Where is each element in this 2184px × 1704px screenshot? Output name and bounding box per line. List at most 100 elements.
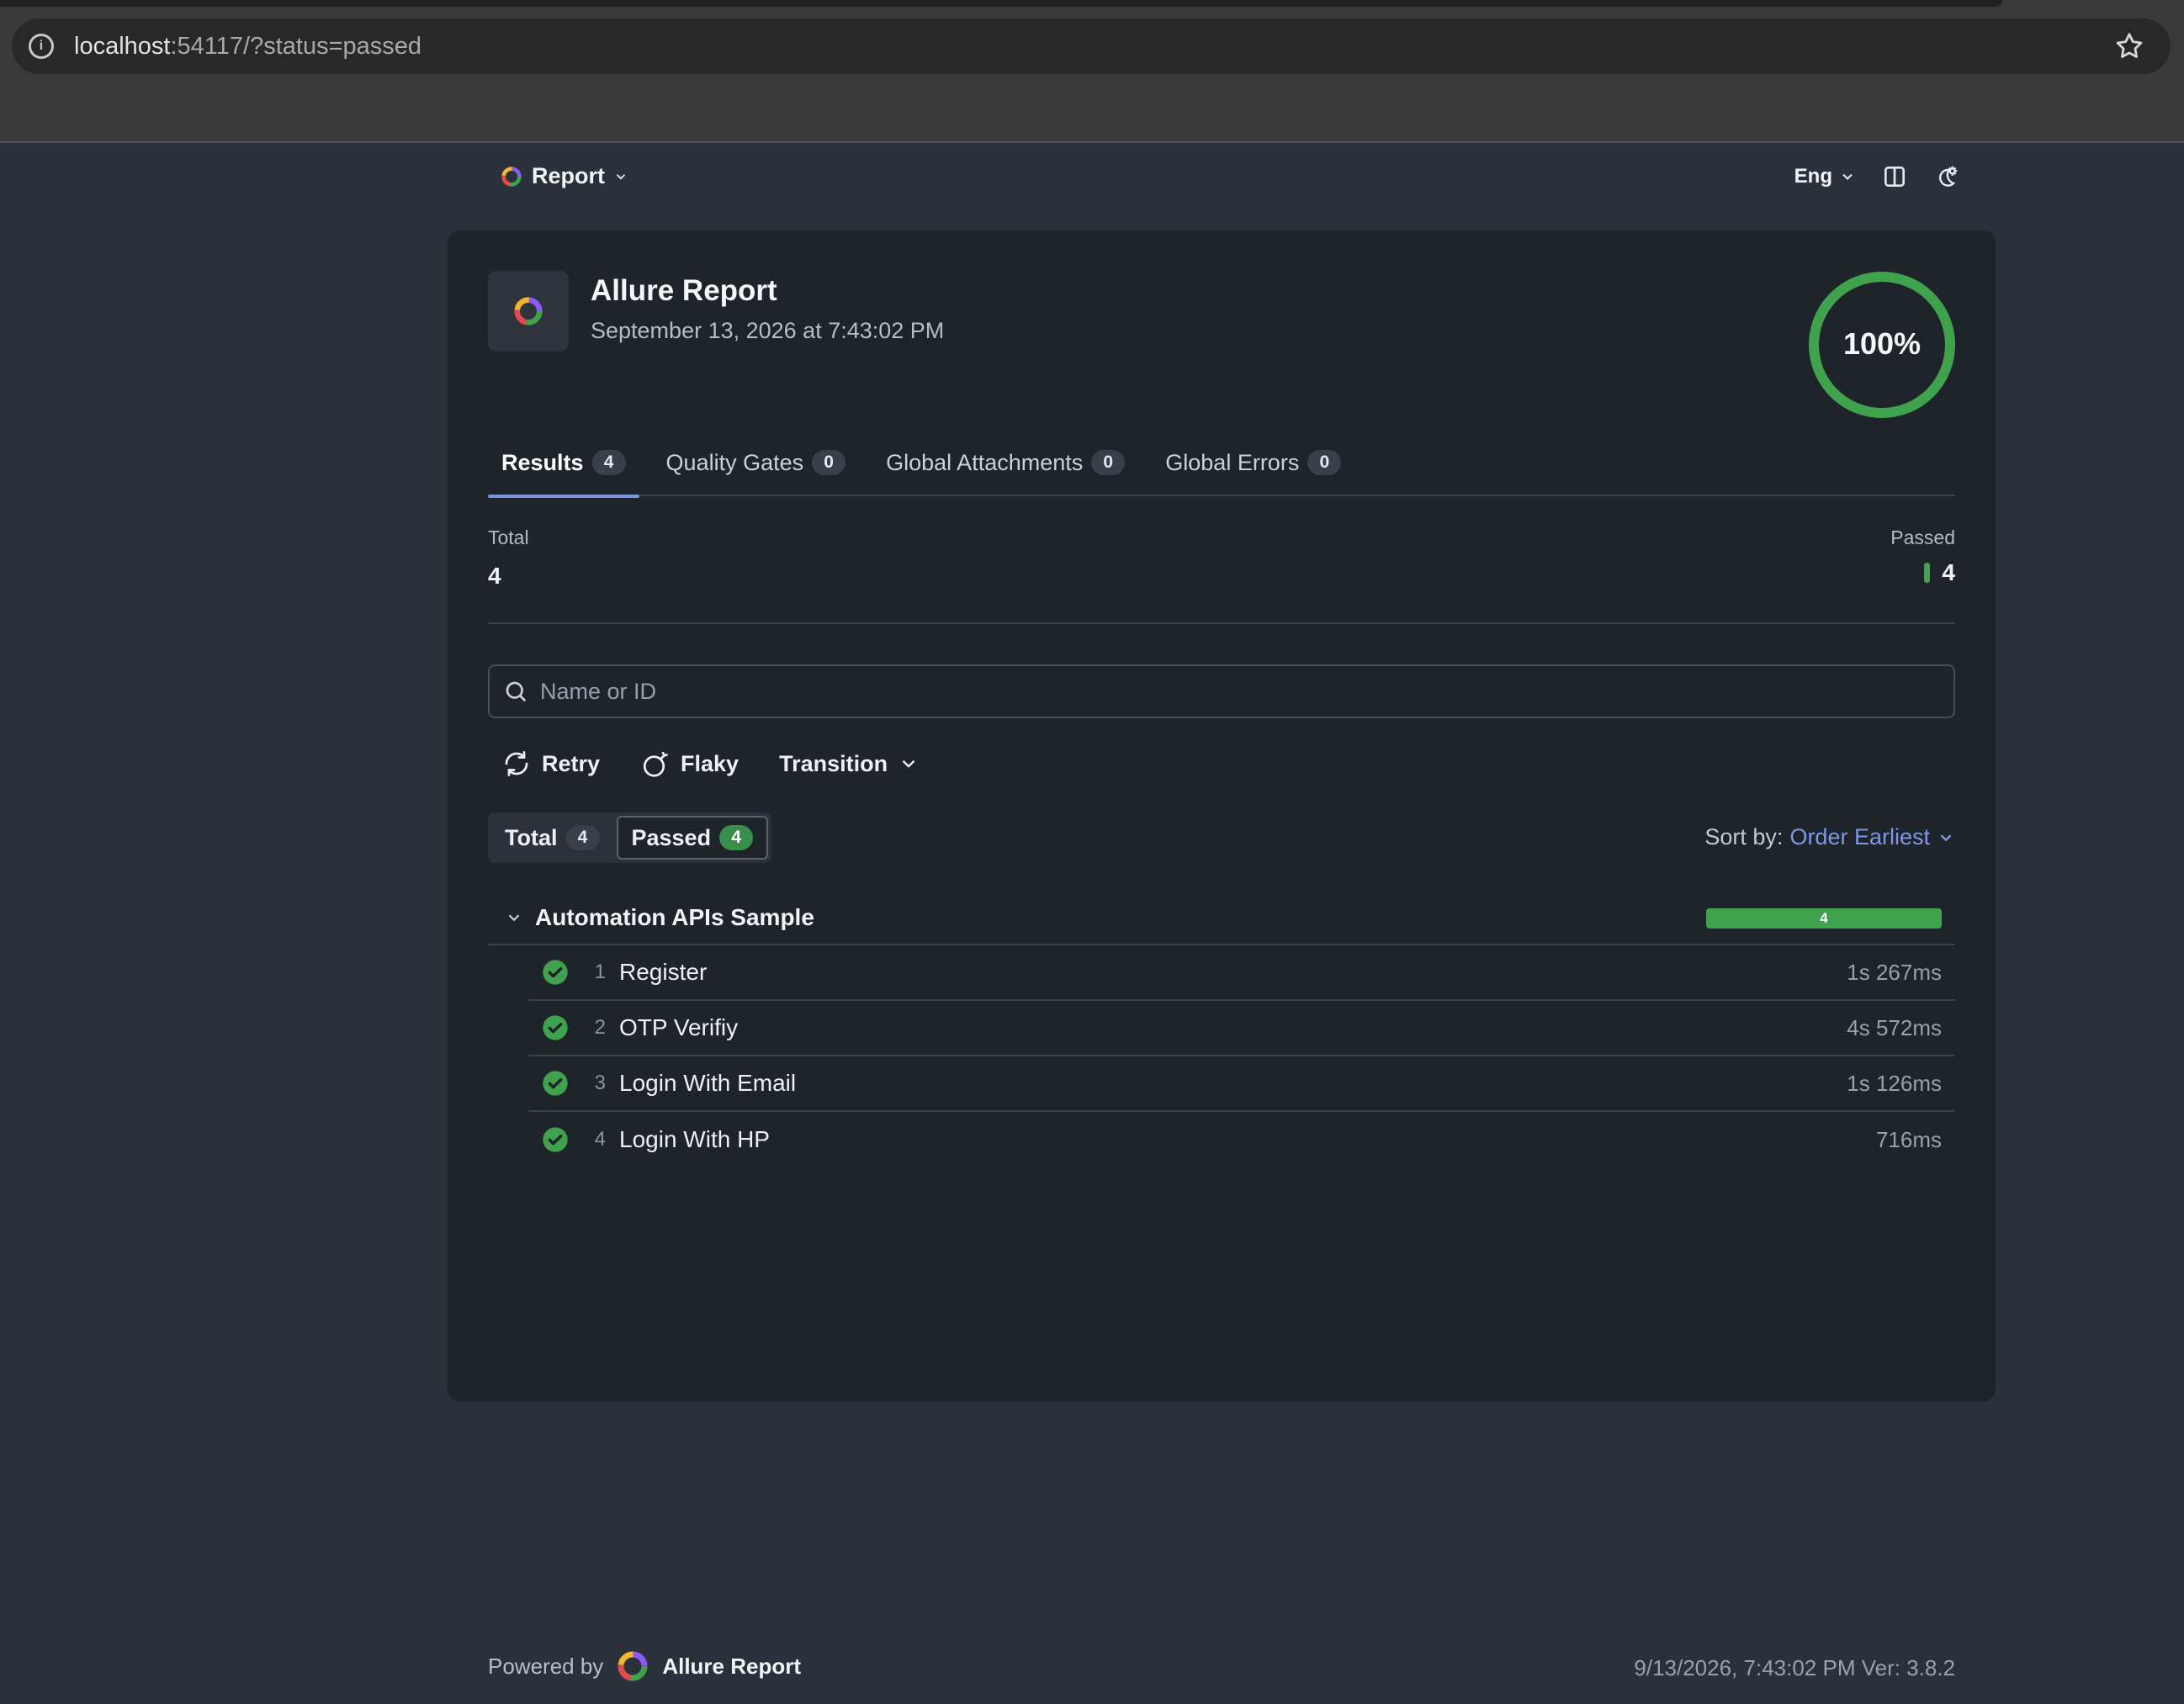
chevron-down-icon	[616, 173, 626, 180]
test-row[interactable]: 1 Register 1s 267ms	[528, 945, 1955, 1001]
allure-logo-icon	[501, 166, 522, 187]
test-row[interactable]: 3 Login With Email 1s 126ms	[528, 1056, 1955, 1112]
url-text[interactable]: localhost:54117/?status=passed	[74, 33, 421, 61]
chevron-down-icon	[1842, 173, 1853, 180]
sort-value: Order Earliest	[1789, 824, 1930, 849]
search-icon	[506, 681, 527, 702]
passed-check-icon	[543, 1015, 568, 1040]
site-info-icon[interactable]: i	[29, 34, 54, 59]
group-header[interactable]: Automation APIs Sample 4	[488, 892, 1955, 945]
search-input[interactable]	[540, 678, 1953, 705]
pass-rate-text: 100%	[1843, 326, 1921, 361]
retry-filter[interactable]: Retry	[501, 749, 600, 779]
retry-icon	[505, 751, 528, 776]
chrome-divider	[0, 141, 2184, 143]
bookmark-star-icon[interactable]	[2113, 30, 2145, 62]
passed-indicator	[1924, 563, 1931, 583]
status-filter-group: Total 4 Passed 4	[488, 812, 772, 863]
stat-total: Total 4	[488, 527, 529, 590]
status-filter-count: 4	[565, 825, 600, 850]
test-group: Automation APIs Sample 4 1 Register 1s 2…	[488, 892, 1955, 1167]
test-duration: 4s 572ms	[1847, 1014, 1942, 1040]
test-row[interactable]: 4 Login With HP 716ms	[528, 1112, 1955, 1167]
transition-filter[interactable]: Transition	[779, 751, 920, 777]
powered-by: Powered by Allure Report	[488, 1648, 801, 1684]
stat-total-value: 4	[488, 563, 501, 589]
search-box[interactable]	[488, 664, 1955, 718]
status-filter-total[interactable]: Total 4	[491, 816, 613, 860]
header-actions: Eng	[1794, 163, 1960, 190]
bomb-icon	[643, 751, 668, 777]
group-status-bar: 4	[1706, 908, 1942, 929]
footer-meta: 9/13/2026, 7:43:02 PM Ver: 3.8.2	[1634, 1655, 1955, 1680]
chevron-down-icon	[1940, 833, 1952, 841]
tab-global-attachments[interactable]: Global Attachments 0	[872, 429, 1138, 496]
tab-strip	[0, 0, 2002, 7]
status-filter-label: Passed	[631, 824, 712, 850]
url-path: :54117/?status=passed	[170, 32, 422, 60]
report-menu-label: Report	[532, 163, 605, 188]
layout-toggle-icon[interactable]	[1881, 163, 1908, 190]
test-number: 1	[594, 960, 606, 983]
page-footer: Powered by Allure Report 9/13/2026, 7:43…	[488, 1648, 1955, 1691]
tab-global-errors[interactable]: Global Errors 0	[1152, 429, 1354, 496]
summary-stats: Total 4 Passed 4	[488, 496, 1955, 624]
report-logo	[488, 271, 569, 352]
status-filter-label: Total	[505, 824, 558, 850]
tab-label: Results	[501, 449, 584, 475]
test-number: 3	[594, 1072, 606, 1094]
address-bar[interactable]: i localhost:54117/?status=passed	[12, 19, 2171, 74]
report-menu[interactable]: Report	[500, 163, 628, 189]
sort-dropdown[interactable]: Sort by: Order Earliest	[1704, 824, 1955, 850]
stat-passed-label: Passed	[1890, 527, 1955, 548]
tab-count-badge: 0	[812, 450, 846, 475]
sort-prefix: Sort by:	[1704, 824, 1784, 849]
status-filter-count: 4	[719, 825, 754, 850]
passed-check-icon	[543, 1071, 568, 1096]
status-filter-passed[interactable]: Passed 4	[616, 816, 769, 860]
report-datetime: September 13, 2026 at 7:43:02 PM	[591, 318, 945, 343]
tab-label: Quality Gates	[665, 449, 804, 475]
powered-by-label: Powered by	[488, 1653, 604, 1679]
stat-passed[interactable]: Passed 4	[1890, 527, 1955, 586]
test-name: OTP Verifiy	[619, 1014, 739, 1040]
report-tabs: Results 4 Quality Gates 0 Global Attachm…	[488, 429, 1955, 498]
flaky-label: Flaky	[681, 750, 739, 776]
allure-logo-icon	[618, 1651, 648, 1681]
chevron-down-icon[interactable]	[505, 908, 523, 927]
report-title: Allure Report	[591, 274, 777, 307]
passed-check-icon	[543, 960, 568, 985]
stat-total-label: Total	[488, 527, 529, 548]
test-name: Login With HP	[619, 1126, 770, 1152]
tab-count-badge: 0	[1307, 450, 1342, 475]
url-host: localhost	[74, 32, 171, 60]
test-row[interactable]: 2 OTP Verifiy 4s 572ms	[528, 1001, 1955, 1056]
report-card: Allure Report September 13, 2026 at 7:43…	[448, 230, 1996, 1401]
tab-quality-gates[interactable]: Quality Gates 0	[653, 429, 860, 496]
test-duration: 1s 267ms	[1847, 959, 1942, 985]
group-name: Automation APIs Sample	[535, 904, 814, 930]
chevron-down-icon	[902, 759, 915, 768]
filter-bar: Retry Flaky Transition	[501, 749, 920, 779]
report-header: Allure Report September 13, 2026 at 7:43…	[488, 271, 944, 352]
test-duration: 1s 126ms	[1847, 1070, 1942, 1096]
passed-check-icon	[543, 1127, 568, 1152]
footer-brand[interactable]: Allure Report	[662, 1654, 801, 1680]
tab-count-badge: 0	[1091, 450, 1126, 475]
tab-label: Global Errors	[1165, 449, 1300, 475]
theme-toggle-icon[interactable]	[1933, 163, 1960, 190]
tab-label: Global Attachments	[886, 449, 1084, 475]
flaky-filter[interactable]: Flaky	[640, 749, 739, 779]
language-label: Eng	[1794, 165, 1832, 188]
allure-logo-icon	[514, 297, 543, 325]
transition-label: Transition	[779, 750, 888, 776]
test-duration: 716ms	[1875, 1126, 1942, 1152]
retry-label: Retry	[542, 750, 601, 776]
tab-count-badge: 4	[591, 450, 626, 475]
pass-rate-ring: 100%	[1809, 272, 1955, 418]
test-number: 4	[594, 1128, 606, 1151]
browser-chrome: i localhost:54117/?status=passed	[0, 0, 2184, 141]
app-header: Report Eng	[496, 163, 1960, 204]
tab-results[interactable]: Results 4	[488, 429, 639, 498]
language-select[interactable]: Eng	[1794, 165, 1856, 188]
